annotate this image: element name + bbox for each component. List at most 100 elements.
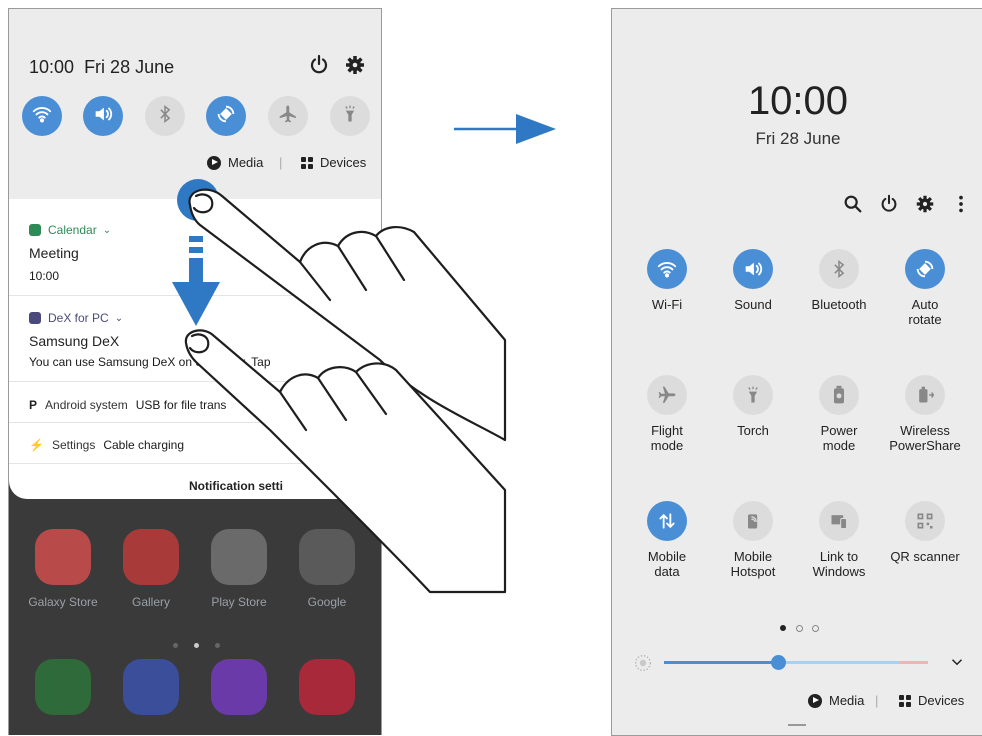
quick-settings-grid: Wi-Fi Sound Bluetooth Auto rotate Flight… (612, 249, 982, 589)
page-dot (173, 643, 178, 648)
media-button[interactable]: Media (207, 155, 263, 170)
tile-link-to-windows[interactable]: Link to Windows (796, 501, 882, 579)
devices-label: Devices (320, 155, 367, 170)
brightness-slider-high-zone (900, 661, 928, 664)
wifi-icon (31, 103, 53, 130)
phone-app-icon[interactable] (35, 659, 91, 715)
tile-qr-scanner[interactable]: QR scanner (882, 501, 968, 564)
wifi-toggle[interactable] (22, 96, 62, 136)
page-dot-active (194, 643, 199, 648)
notification-title[interactable]: Samsung DeX (29, 333, 119, 349)
tile-label: Link to Windows (812, 549, 866, 579)
page-dot (215, 643, 220, 648)
devices-label: Devices (918, 693, 965, 708)
notification-text: USB for file trans (135, 398, 227, 412)
torch-icon (733, 375, 773, 415)
status-time-date: 10:00 Fri 28 June (29, 57, 174, 78)
bluetooth-icon (819, 249, 859, 289)
bluetooth-icon (155, 104, 175, 129)
clock: 10:00 (29, 57, 75, 77)
gear-icon[interactable] (343, 53, 367, 77)
devices-button[interactable]: Devices (301, 155, 366, 170)
drag-handle[interactable] (788, 724, 806, 726)
torch-icon (340, 104, 360, 129)
devices-icon (301, 156, 313, 169)
devices-icon (899, 694, 911, 707)
notification-app-row: Calendar ⌄ (29, 223, 111, 237)
messages-app-icon[interactable] (123, 659, 179, 715)
page-indicator (812, 625, 819, 632)
power-icon[interactable] (878, 193, 900, 220)
tile-flight-mode[interactable]: Flight mode (624, 375, 710, 453)
google-folder-icon[interactable] (299, 529, 355, 585)
sound-icon (733, 249, 773, 289)
tile-label: QR scanner (890, 549, 960, 564)
brightness-slider-fill (664, 661, 778, 664)
torch-toggle[interactable] (330, 96, 370, 136)
media-label: Media (228, 155, 264, 170)
notification-app-name: DeX for PC (48, 311, 109, 325)
date: Fri 28 June (84, 57, 175, 77)
charging-bolt-icon: ⚡ (29, 438, 44, 452)
android-system-icon: P (29, 398, 38, 412)
media-label: Media (829, 693, 865, 708)
brightness-slider[interactable] (664, 655, 928, 670)
galaxy-store-app-icon[interactable] (35, 529, 91, 585)
notification-app-name: Settings (51, 438, 96, 452)
notification-panel: Calendar ⌄ Meeting 10:00 DeX for PC ⌄ Sa… (9, 199, 381, 499)
divider (9, 422, 381, 423)
power-icon[interactable] (307, 53, 331, 77)
gallery-app-icon[interactable] (123, 529, 179, 585)
play-icon (808, 693, 822, 708)
app-label: Galaxy Store (28, 595, 98, 609)
tile-wireless-powershare[interactable]: Wireless PowerShare (882, 375, 968, 453)
notification-text: Cable charging (103, 438, 185, 452)
play-store-app-icon[interactable] (211, 529, 267, 585)
play-icon (207, 155, 221, 170)
calendar-icon (29, 224, 41, 236)
sound-toggle[interactable] (83, 96, 123, 136)
tile-torch[interactable]: Torch (710, 375, 796, 438)
tile-label: Flight mode (650, 423, 684, 453)
divider (9, 295, 381, 296)
app-label: Google (307, 595, 347, 609)
tile-label: Mobile Hotspot (730, 549, 776, 579)
tile-mobile-hotspot[interactable]: Mobile Hotspot (710, 501, 796, 579)
camera-app-icon[interactable] (299, 659, 355, 715)
tile-power-mode[interactable]: Power mode (796, 375, 882, 453)
quick-panel-header: 10:00 Fri 28 June Media | Devices (9, 9, 381, 199)
auto-rotate-toggle[interactable] (206, 96, 246, 136)
notification-settings-button[interactable]: Notification setti (189, 479, 283, 493)
gear-icon[interactable] (914, 193, 936, 220)
tile-wifi[interactable]: Wi-Fi (624, 249, 710, 312)
notification-app-name: Android system (45, 398, 128, 412)
flight-mode-toggle[interactable] (268, 96, 308, 136)
notification-title[interactable]: Meeting (29, 245, 79, 261)
media-button[interactable]: Media (808, 693, 864, 708)
bluetooth-toggle[interactable] (145, 96, 185, 136)
tile-bluetooth[interactable]: Bluetooth (796, 249, 882, 312)
airplane-icon (647, 375, 687, 415)
auto-rotate-icon (905, 249, 945, 289)
tile-mobile-data[interactable]: Mobile data (624, 501, 710, 579)
more-options-icon[interactable] (950, 193, 972, 220)
notification-text: 10:00 (29, 269, 60, 283)
tile-label: Power mode (820, 423, 858, 453)
notification-row[interactable]: P Android system USB for file trans (29, 398, 226, 412)
chevron-down-icon: ⌄ (114, 312, 124, 324)
transition-arrow-icon (454, 114, 556, 144)
notification-app-row: DeX for PC ⌄ (29, 311, 123, 325)
notification-row[interactable]: ⚡ Settings Cable charging (29, 438, 184, 452)
internet-app-icon[interactable] (211, 659, 267, 715)
notification-app-name: Calendar (48, 223, 97, 237)
divider (9, 463, 381, 464)
sound-icon (92, 103, 114, 130)
brightness-slider-thumb[interactable] (771, 655, 786, 670)
brightness-sun-icon (632, 652, 654, 679)
search-icon[interactable] (842, 193, 864, 220)
tile-auto-rotate[interactable]: Auto rotate (882, 249, 968, 327)
tile-sound[interactable]: Sound (710, 249, 796, 312)
devices-button[interactable]: Devices (899, 693, 964, 708)
tile-label: Wi-Fi (651, 297, 683, 312)
chevron-down-icon[interactable] (948, 653, 966, 676)
